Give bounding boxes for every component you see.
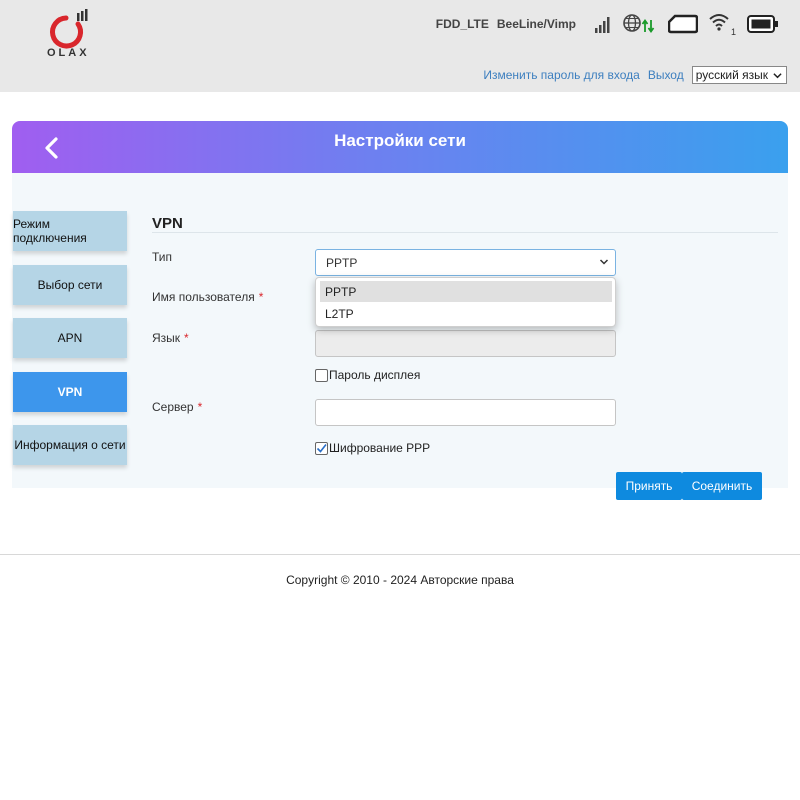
dropdown-option-pptp[interactable]: PPTP [320, 281, 612, 302]
sidebar-item-label: Выбор сети [37, 278, 103, 292]
sidebar-item-label: APN [57, 331, 83, 345]
language-value: русский язык [695, 68, 768, 82]
section-heading: VPN [152, 215, 183, 232]
page-banner: Настройки сети [12, 121, 788, 173]
sidebar-item-apn[interactable]: APN [13, 318, 127, 358]
change-password-link[interactable]: Изменить пароль для входа [483, 68, 639, 82]
sidebar-item-label: Информация о сети [14, 438, 126, 452]
required-mark: * [197, 400, 203, 414]
operator-name: BeeLine/Vimp [496, 17, 576, 31]
footer-divider [0, 554, 800, 555]
wifi-icon [709, 13, 729, 31]
sidebar-item-label: VPN [57, 385, 83, 399]
server-label: Сервер * [152, 400, 202, 414]
type-label-text: Тип [152, 250, 173, 264]
required-mark: * [258, 290, 264, 304]
top-header: OLAX FDD_LTE BeeLine/Vimp 1 Изменить пар… [0, 0, 800, 92]
server-label-text: Сервер [152, 400, 194, 414]
page-title: Настройки сети [334, 131, 466, 150]
show-password-checkbox[interactable] [315, 369, 328, 382]
logout-link[interactable]: Выход [648, 68, 684, 82]
required-mark: * [184, 331, 189, 345]
wifi-indicator: 1 [708, 12, 736, 37]
connect-button[interactable]: Соединить [682, 472, 762, 500]
header-links: Изменить пароль для входа Выход русский … [483, 66, 787, 84]
signal-bars-icon [595, 17, 610, 33]
server-input[interactable] [315, 399, 616, 426]
globe-data-icon [623, 14, 655, 34]
footer-copyright: Copyright © 2010 - 2024 Авторские права [286, 573, 514, 587]
sim-card-icon [668, 14, 698, 34]
status-bar: FDD_LTE BeeLine/Vimp 1 [436, 10, 780, 38]
vpn-type-value: PPTP [326, 255, 358, 270]
vpn-type-dropdown: PPTP L2TP [315, 277, 616, 327]
type-label: Тип [152, 250, 172, 264]
password-field[interactable] [315, 330, 616, 357]
password-label: Язык * [152, 331, 189, 345]
section-divider [152, 232, 778, 233]
apply-button[interactable]: Принять [616, 472, 682, 500]
language-select[interactable]: русский язык [691, 66, 787, 84]
ppp-encryption-checkbox[interactable] [315, 442, 328, 455]
chevron-down-icon [599, 259, 609, 265]
username-label-text: Имя пользователя [152, 290, 255, 304]
vpn-type-select[interactable]: PPTP [315, 249, 616, 276]
sidebar-item-network-selection[interactable]: Выбор сети [13, 265, 127, 305]
ppp-encryption-label: Шифрование PPP [329, 441, 431, 455]
chevron-down-icon [773, 73, 782, 79]
show-password-label: Пароль дисплея [329, 368, 421, 382]
username-label: Имя пользователя * [152, 290, 263, 304]
wifi-client-count: 1 [730, 26, 736, 37]
sidebar-item-connection-mode[interactable]: Режим подключения [13, 211, 127, 251]
battery-icon [747, 15, 778, 33]
sidebar-item-label: Режим подключения [13, 217, 87, 245]
sidebar-item-vpn[interactable]: VPN [13, 372, 127, 412]
dropdown-option-l2tp[interactable]: L2TP [320, 303, 612, 324]
password-label-text: Язык [152, 331, 181, 345]
checkmark-icon [316, 444, 327, 453]
network-mode: FDD_LTE [435, 17, 489, 31]
sidebar-item-network-info[interactable]: Информация о сети [13, 425, 127, 465]
logo-text: OLAX [47, 47, 90, 59]
